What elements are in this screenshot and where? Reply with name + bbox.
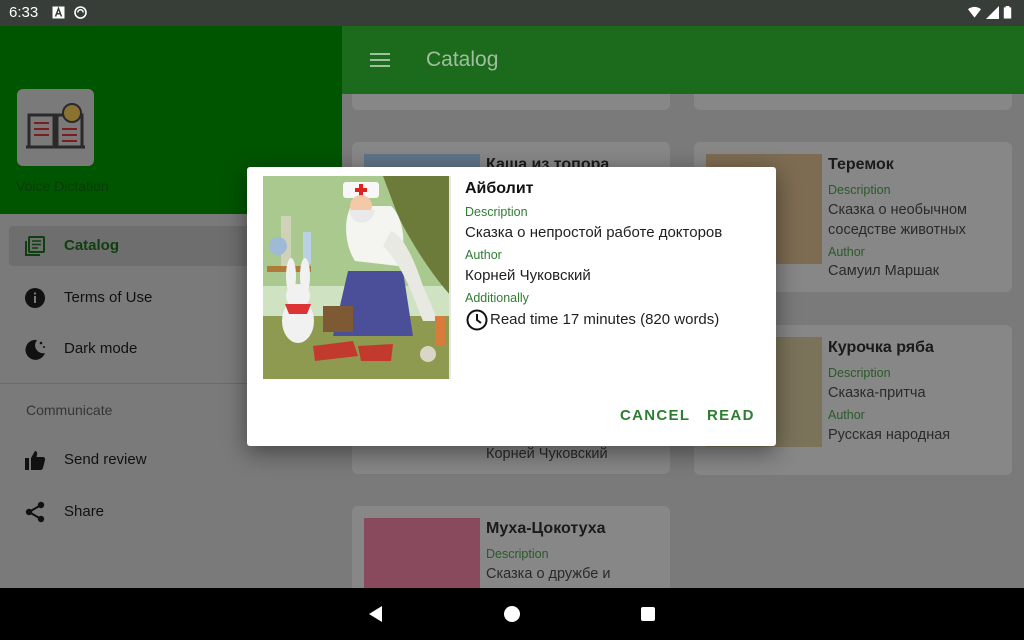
dialog-title: Айболит [465, 180, 534, 197]
recents-icon[interactable] [641, 607, 655, 621]
moon-icon [25, 339, 45, 360]
description-label: Description [828, 183, 891, 197]
book-description: Сказка о дружбе и [486, 566, 611, 582]
catalog-icon [25, 236, 45, 256]
read-button[interactable]: READ [707, 407, 755, 424]
thumbs-up-icon [25, 451, 46, 470]
book-title: Теремок [828, 156, 894, 173]
book-author: Корней Чуковский [486, 446, 608, 462]
book-dialog: Айболит Description Сказка о непростой р… [247, 167, 776, 446]
status-bar: 6:33 [0, 0, 1024, 26]
nav-label: Catalog [64, 237, 120, 254]
dialog-description-label: Description [465, 205, 528, 219]
status-time: 6:33 [9, 4, 39, 21]
book-title: Курочка ряба [828, 339, 934, 356]
info-icon [25, 288, 45, 308]
cancel-button[interactable]: CANCEL [620, 407, 690, 424]
nav-label: Terms of Use [64, 289, 153, 306]
home-icon[interactable] [504, 606, 520, 622]
nav-label: Send review [64, 451, 147, 468]
menu-icon[interactable] [370, 53, 390, 67]
book-title: Муха-Цокотуха [486, 520, 606, 537]
notification-a-icon [52, 6, 65, 19]
dialog-author-label: Author [465, 248, 502, 262]
back-icon[interactable] [369, 606, 382, 622]
description-label: Description [486, 547, 549, 561]
sync-icon [74, 6, 87, 19]
book-description: Сказка о необычном соседстве животных [828, 202, 967, 238]
dialog-additionally-label: Additionally [465, 291, 529, 305]
system-nav-bar [0, 588, 1024, 640]
book-description: Сказка-притча [828, 385, 926, 401]
book-cover-illustration [263, 176, 451, 379]
nav-item-send-review[interactable]: Send review [9, 440, 342, 480]
description-label: Description [828, 366, 891, 380]
author-label: Author [828, 245, 865, 259]
section-label-communicate: Communicate [26, 402, 113, 418]
dialog-author: Корней Чуковский [465, 267, 591, 284]
wifi-icon [968, 6, 981, 18]
nav-label: Share [64, 503, 105, 520]
nav-label: Dark mode [64, 340, 138, 357]
nav-item-share[interactable]: Share [9, 492, 342, 532]
book-card-mukha[interactable]: Муха-Цокотуха Description Сказка о дружб… [352, 506, 670, 588]
dialog-read-time: Read time 17 minutes (820 words) [490, 311, 720, 328]
app-name: Voice Dictation [16, 178, 109, 194]
battery-icon [1003, 6, 1012, 19]
share-icon [25, 501, 45, 523]
clock-icon [466, 309, 488, 331]
author-label: Author [828, 408, 865, 422]
book-author: Русская народная [828, 427, 951, 443]
app-logo [17, 89, 94, 166]
book-logo-icon [26, 103, 85, 149]
book-card[interactable] [352, 94, 670, 110]
app-toolbar: Catalog [342, 26, 1024, 94]
book-cover [364, 518, 480, 588]
signal-icon [986, 6, 999, 19]
book-author: Самуил Маршак [828, 263, 940, 279]
dialog-description: Сказка о непростой работе докторов [465, 224, 723, 241]
toolbar-title: Catalog [426, 48, 499, 71]
book-card[interactable] [694, 94, 1012, 110]
